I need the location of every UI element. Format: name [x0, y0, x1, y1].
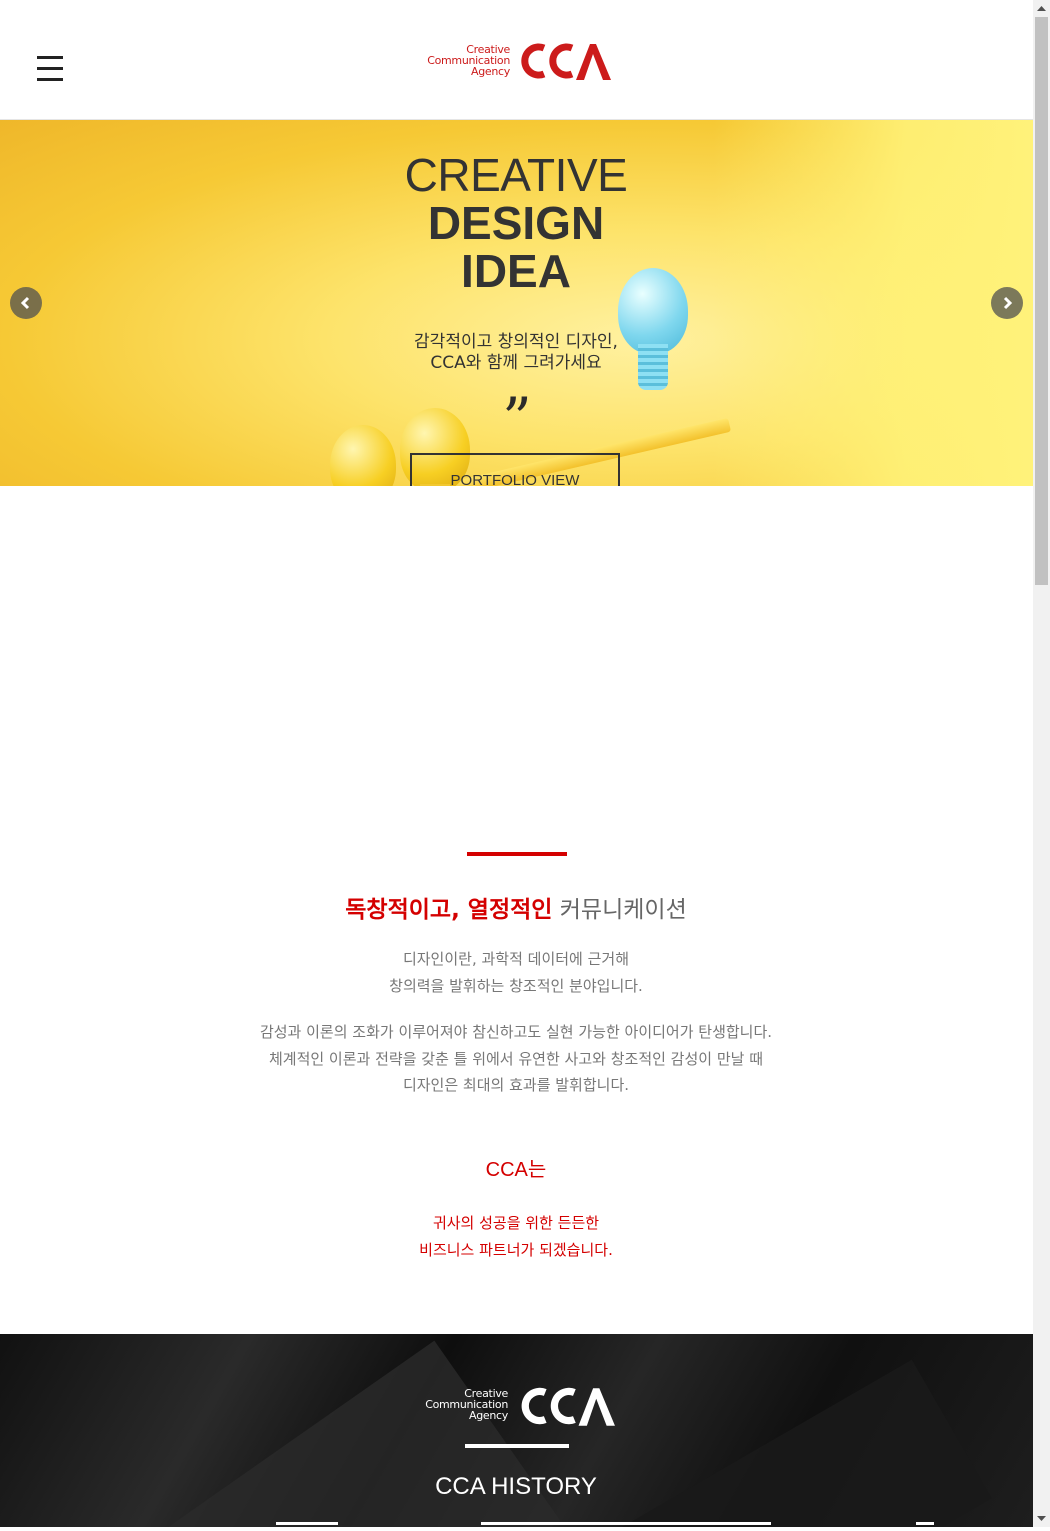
intro-p2-line1: 감성과 이론의 조화가 이루어져야 참신하고도 실현 가능한 아이디어가 탄생합…: [259, 1023, 773, 1041]
history-divider: [465, 1444, 569, 1448]
cca-logo-mark: [521, 43, 611, 80]
logo-word-agency: Agency: [470, 65, 510, 78]
logo-wordmark: Creative Communication Agency: [412, 1388, 508, 1421]
slider-next-button[interactable]: [991, 287, 1023, 319]
history-title: CCA HISTORY: [435, 1473, 597, 1500]
chevron-right-icon: [1003, 296, 1013, 310]
intro-p1-line2: 창의력을 발휘하는 창조적인 분야입니다.: [389, 976, 643, 995]
logo-word-agency: Agency: [468, 1409, 508, 1422]
section-divider: [467, 852, 567, 856]
intro-p2-line2: 체계적인 이론과 전략을 갖춘 틀 위에서 유연한 사고와 창조적인 감성이 만…: [268, 1049, 764, 1068]
page-scrollbar[interactable]: [1033, 0, 1050, 1527]
intro-paragraph-2: 감성과 이론의 조화가 이루어져야 참신하고도 실현 가능한 아이디어가 탄생합…: [216, 1019, 816, 1099]
history-content-peek: [276, 1522, 934, 1527]
cca-is-heading: CCA는: [485, 1159, 547, 1181]
partner-statement: 귀사의 성공을 위한 든든한 비즈니스 파트너가 되겠습니다.: [216, 1210, 816, 1263]
logo-wordmark: Creative Communication Agency: [420, 44, 510, 77]
intro-paragraph-1: 디자인이란, 과학적 데이터에 근거해 창의력을 발휘하는 창조적인 분야입니다…: [216, 946, 816, 999]
site-header: Creative Communication Agency: [0, 0, 1033, 120]
chevron-left-icon: [20, 296, 30, 310]
intro-title-highlight: 독창적이고, 열정적인: [345, 897, 553, 923]
intro-p2-line3: 디자인은 최대의 효과를 발휘합니다.: [402, 1076, 630, 1094]
cca-logo-mark: [521, 1387, 615, 1426]
slider-prev-button[interactable]: [10, 287, 42, 319]
partner-line1: 귀사의 성공을 위한 든든한: [432, 1214, 600, 1232]
intro-title: 독창적이고, 열정적인 커뮤니케이션: [216, 890, 816, 924]
hamburger-menu-icon[interactable]: [37, 56, 63, 84]
hero-button-clip: PORTFOLIO VIEW: [0, 120, 1033, 486]
portfolio-view-button[interactable]: PORTFOLIO VIEW: [410, 453, 620, 486]
intro-p1-line1: 디자인이란, 과학적 데이터에 근거해: [402, 950, 630, 968]
scroll-down-arrow-icon[interactable]: [1033, 1510, 1050, 1527]
page: Creative Communication Agency “ CREATIVE…: [0, 0, 1033, 1527]
scrollbar-thumb[interactable]: [1035, 17, 1048, 585]
footer-logo: Creative Communication Agency: [412, 1384, 622, 1430]
intro-title-rest: 커뮤니케이션: [552, 897, 687, 923]
site-logo[interactable]: Creative Communication Agency: [420, 40, 615, 86]
history-section: Creative Communication Agency CCA HISTOR…: [0, 1334, 1033, 1527]
scroll-up-arrow-icon[interactable]: [1033, 0, 1050, 17]
partner-line2: 비즈니스 파트너가 되겠습니다.: [419, 1240, 613, 1259]
